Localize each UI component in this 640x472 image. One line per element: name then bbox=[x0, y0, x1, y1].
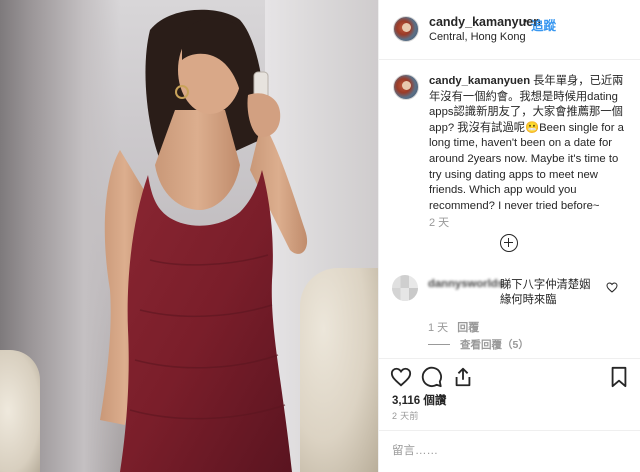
caption-time: 2 天 bbox=[429, 217, 450, 229]
post-caption: candy_kamanyuen 長年單身，已近兩年沒有一個約會。我想是時候用dat… bbox=[429, 74, 629, 214]
comment-text: 睇下八字仲清楚姻緣何時來臨 bbox=[500, 279, 591, 306]
separator-dot: • bbox=[523, 14, 528, 28]
comment-box bbox=[378, 430, 640, 472]
post-time: 2 天前 bbox=[392, 411, 419, 421]
plus-circle-icon[interactable] bbox=[500, 234, 518, 252]
comment-time: 1 天 bbox=[428, 322, 449, 334]
view-replies-label: 查看回覆（5） bbox=[460, 339, 529, 351]
photo-figure bbox=[100, 9, 308, 472]
follow-button[interactable]: 追蹤 bbox=[531, 15, 556, 34]
bookmark-icon[interactable] bbox=[608, 366, 630, 388]
replies-line bbox=[428, 344, 450, 345]
view-replies-button[interactable]: 查看回覆（5） bbox=[428, 337, 529, 352]
likes-count[interactable]: 3,116 個讚 bbox=[392, 392, 446, 408]
comment-input[interactable] bbox=[392, 439, 622, 463]
post-header: candy_kamanyuen • 追蹤 Central, Hong Kong bbox=[379, 0, 640, 60]
comment-icon[interactable] bbox=[421, 366, 443, 388]
comment-heart-icon[interactable] bbox=[606, 282, 618, 293]
caption-avatar[interactable] bbox=[393, 74, 419, 100]
share-icon[interactable] bbox=[452, 366, 474, 388]
action-bar: 3,116 個讚 2 天前 bbox=[378, 358, 640, 422]
comment-meta: 1 天 回覆 bbox=[428, 319, 479, 335]
post-photo[interactable] bbox=[0, 0, 378, 472]
heart-icon[interactable] bbox=[390, 366, 412, 388]
reply-button[interactable]: 回覆 bbox=[457, 322, 479, 334]
commenter-username[interactable]: dannysworlds bbox=[428, 278, 504, 290]
post-location[interactable]: Central, Hong Kong bbox=[429, 31, 526, 43]
caption-username[interactable]: candy_kamanyuen bbox=[429, 75, 530, 87]
caption-text: 長年單身，已近兩年沒有一個約會。我想是時候用dating apps認識新朋友了，… bbox=[429, 75, 624, 212]
commenter-avatar[interactable] bbox=[392, 275, 418, 301]
author-avatar[interactable] bbox=[393, 16, 419, 42]
